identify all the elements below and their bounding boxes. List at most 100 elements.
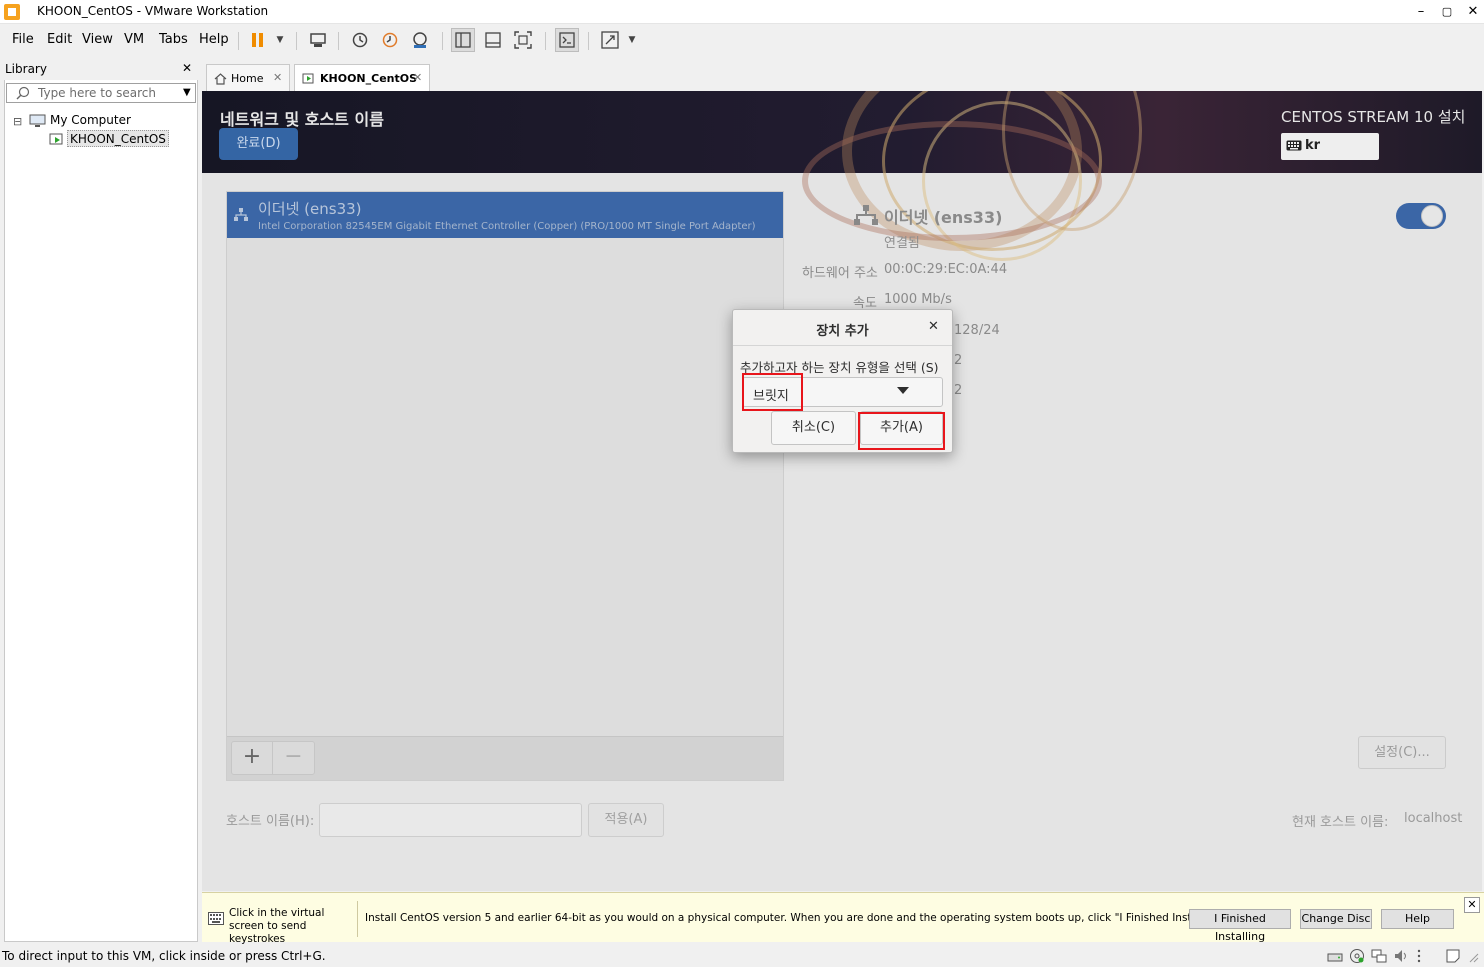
title-bar: KHOON_CentOS - VMware Workstation – ▢ ✕ <box>0 0 1484 24</box>
add-device-button[interactable]: + <box>232 742 273 774</box>
library-panel <box>4 58 198 942</box>
vm-screen[interactable]: 네트워크 및 호스트 이름 완료(D) CENTOS STREAM 10 설치 … <box>202 91 1482 891</box>
library-search-box[interactable]: Type here to search ▼ <box>6 83 196 103</box>
device-toggle-switch[interactable] <box>1396 203 1446 229</box>
keyboard-icon <box>1286 140 1302 151</box>
device-list: 이더넷 (ens33) Intel Corporation 82545EM Gi… <box>226 191 784 781</box>
vmware-logo-icon <box>4 4 20 20</box>
help-button[interactable]: Help <box>1381 909 1454 929</box>
snapshot-icon[interactable] <box>348 28 372 52</box>
snapshot-manager-icon[interactable] <box>408 28 432 52</box>
menu-view[interactable]: View <box>82 32 113 47</box>
keyboard-layout-label: kr <box>1305 138 1321 153</box>
tab-vm-close-icon[interactable]: ✕ <box>413 71 422 84</box>
tab-home[interactable]: Home ✕ <box>206 64 290 91</box>
tab-vm-label: KHOON_CentOS <box>320 72 418 85</box>
keyboard-layout-indicator[interactable]: kr <box>1281 133 1379 160</box>
keystroke-hint: Click in the virtual screen to send keys… <box>229 907 325 945</box>
device-row-ens33[interactable]: 이더넷 (ens33) Intel Corporation 82545EM Gi… <box>227 192 783 238</box>
search-icon <box>16 86 30 100</box>
my-computer-icon <box>29 114 46 127</box>
done-button[interactable]: 완료(D) <box>219 128 298 160</box>
maximize-button[interactable]: ▢ <box>1434 2 1460 22</box>
dialog-close-icon[interactable]: ✕ <box>928 319 939 334</box>
tab-khoon-centos[interactable]: KHOON_CentOS ✕ <box>294 64 430 91</box>
pause-dropdown-icon[interactable]: ▼ <box>268 28 292 52</box>
toolbar-separator <box>296 32 297 50</box>
installer-product-title: CENTOS STREAM 10 설치 <box>1281 108 1466 126</box>
network-adapter-icon[interactable] <box>1371 948 1387 964</box>
installer-header: 네트워크 및 호스트 이름 완료(D) CENTOS STREAM 10 설치 … <box>202 91 1482 261</box>
install-message: Install CentOS version 5 and earlier 64-… <box>365 912 1229 924</box>
change-disc-button[interactable]: Change Disc <box>1300 909 1372 929</box>
keyboard-hint-icon <box>208 912 224 925</box>
ip-address-value: 128/24 <box>954 323 1000 338</box>
dns-value: 2 <box>954 383 963 398</box>
hard-disk-icon[interactable] <box>1327 949 1343 963</box>
device-row-title: 이더넷 (ens33) <box>258 200 362 218</box>
install-info-bar: Click in the virtual screen to send keys… <box>202 892 1484 945</box>
library-search-placeholder: Type here to search <box>38 86 156 100</box>
show-thumbnail-bar-icon[interactable] <box>481 28 505 52</box>
show-library-icon[interactable] <box>451 28 475 52</box>
gateway-value: 2 <box>954 353 963 368</box>
minimize-button[interactable]: – <box>1408 2 1434 22</box>
info-separator <box>357 901 358 937</box>
hw-address-label: 하드웨어 주소 <box>802 266 878 281</box>
tree-my-computer[interactable]: My Computer <box>50 113 131 127</box>
pause-icon[interactable] <box>246 28 270 52</box>
menu-edit[interactable]: Edit <box>47 32 72 47</box>
library-title: Library <box>5 62 47 76</box>
menu-tabs[interactable]: Tabs <box>159 32 188 47</box>
configure-button[interactable]: 설정(C)... <box>1358 736 1446 769</box>
menu-toolbar: File Edit View VM Tabs Help ▼ ▼ <box>0 24 1484 56</box>
toolbar-separator <box>545 32 546 50</box>
installer-page-title: 네트워크 및 호스트 이름 <box>220 110 384 129</box>
sound-card-icon[interactable] <box>1393 948 1409 964</box>
window-title: KHOON_CentOS - VMware Workstation <box>37 4 269 18</box>
infobar-close-button[interactable]: ✕ <box>1464 897 1480 913</box>
menu-file[interactable]: File <box>12 32 34 47</box>
toolbar-separator <box>588 32 589 50</box>
remove-device-button[interactable]: − <box>273 742 314 774</box>
close-window-button[interactable]: ✕ <box>1460 2 1484 22</box>
speed-value: 1000 Mb/s <box>884 292 952 307</box>
console-view-icon[interactable] <box>555 28 579 52</box>
hw-address-value: 00:0C:29:EC:0A:44 <box>884 262 1008 277</box>
stretch-guest-icon[interactable] <box>598 28 622 52</box>
hostname-input[interactable] <box>319 803 582 837</box>
cd-dvd-icon[interactable] <box>1349 948 1365 964</box>
menu-help[interactable]: Help <box>199 32 229 47</box>
detail-status: 연결됨 <box>884 236 920 251</box>
apply-hostname-button[interactable]: 적용(A) <box>588 803 664 837</box>
resize-grip-icon[interactable] <box>1467 951 1479 963</box>
tree-expander-icon[interactable]: ⊟ <box>13 115 22 128</box>
dialog-title: 장치 추가 <box>816 324 869 339</box>
more-devices-icon[interactable] <box>1414 948 1424 964</box>
device-list-toolbar: + − <box>227 736 783 780</box>
selected-device-type: 브릿지 <box>753 389 789 404</box>
search-dropdown-icon[interactable]: ▼ <box>183 87 191 98</box>
tab-home-close-icon[interactable]: ✕ <box>273 71 282 84</box>
network-wired-detail-icon <box>854 205 878 225</box>
current-hostname-value: localhost <box>1404 811 1463 826</box>
revert-snapshot-icon[interactable] <box>378 28 402 52</box>
message-log-icon[interactable] <box>1445 948 1461 964</box>
status-message: To direct input to this VM, click inside… <box>2 949 326 963</box>
select-dropdown-icon <box>897 387 909 394</box>
dialog-cancel-button[interactable]: 취소(C) <box>771 411 856 445</box>
add-device-dialog: 장치 추가 ✕ 추가하고자 하는 장치 유형을 선택 (S) 브릿지 취소(C)… <box>732 309 953 453</box>
device-row-description: Intel Corporation 82545EM Gigabit Ethern… <box>258 221 756 232</box>
i-finished-installing-button[interactable]: I Finished Installing <box>1189 909 1291 943</box>
menu-vm[interactable]: VM <box>124 32 144 47</box>
full-screen-icon[interactable] <box>511 28 535 52</box>
stretch-dropdown-icon[interactable]: ▼ <box>620 28 644 52</box>
send-ctrl-alt-del-icon[interactable] <box>306 28 330 52</box>
current-hostname-label: 현재 호스트 이름: <box>1292 815 1389 830</box>
detail-device-title: 이더넷 (ens33) <box>884 208 1003 227</box>
library-close-button[interactable]: ✕ <box>182 61 192 75</box>
add-button-highlight <box>858 412 945 450</box>
dialog-titlebar: 장치 추가 ✕ <box>733 310 952 346</box>
tree-vm-khoon-centos[interactable]: KHOON_CentOS <box>67 130 169 147</box>
hostname-label: 호스트 이름(H): <box>226 814 315 829</box>
